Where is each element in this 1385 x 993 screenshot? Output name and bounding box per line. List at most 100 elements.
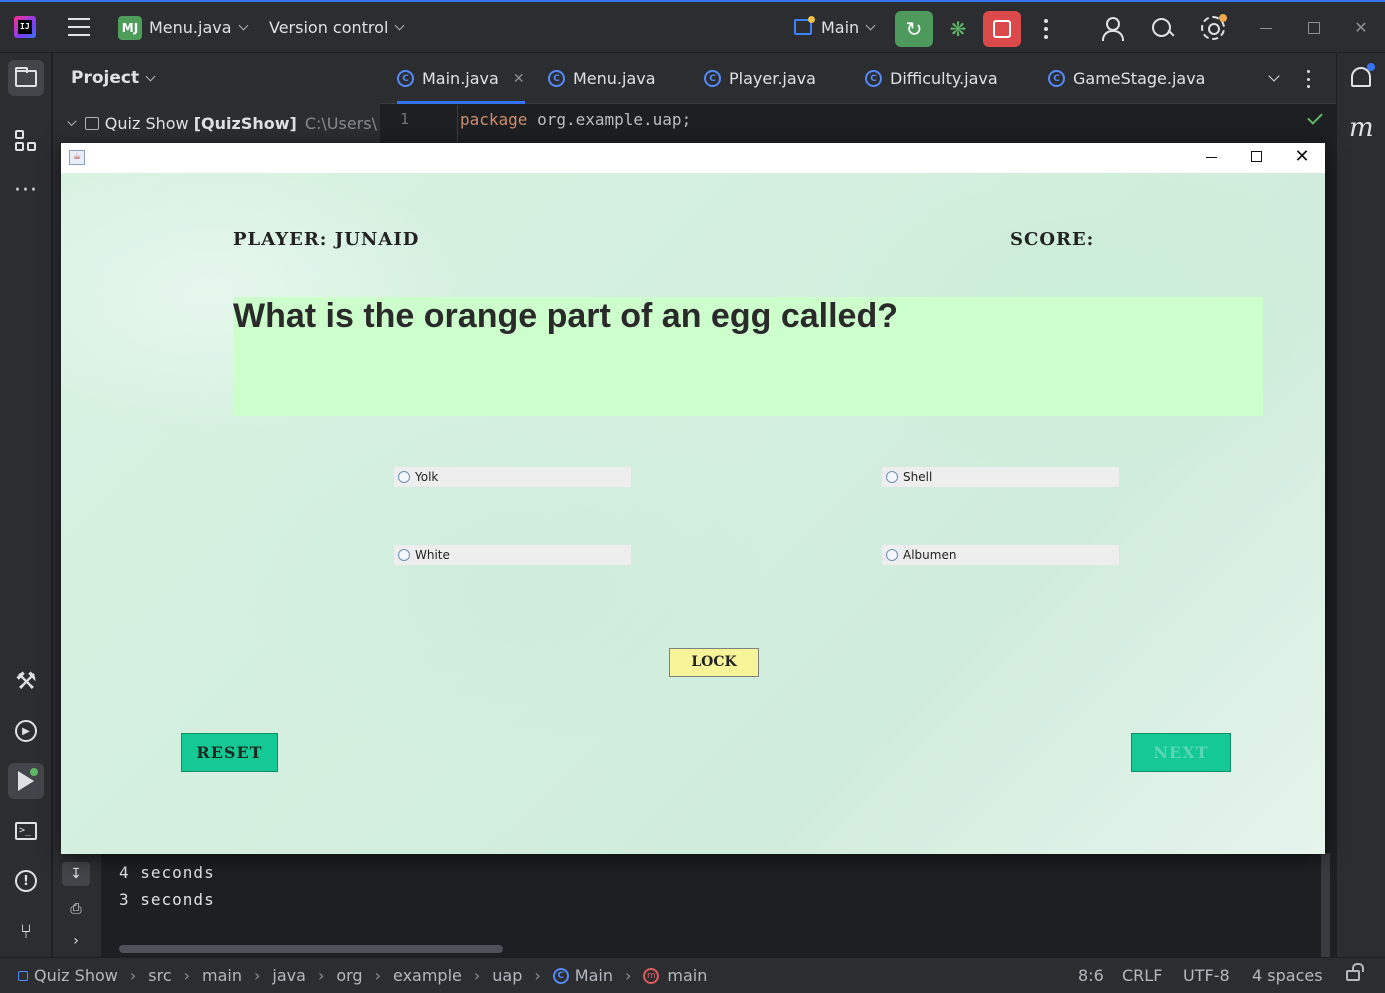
project-badge[interactable]: MJ: [118, 16, 142, 40]
breadcrumb-item[interactable]: uap: [492, 966, 522, 985]
gear-icon[interactable]: [1201, 14, 1227, 40]
quiz-app-window: ☕ ✕ PLAYER: JUNAID SCORE: What is the or…: [61, 143, 1325, 854]
tab-more-actions-icon[interactable]: [1307, 70, 1311, 88]
editor-tab-bar: C Main.java ✕ C Menu.java C Player.java …: [380, 53, 1336, 104]
code-keyword: package: [460, 110, 528, 129]
add-user-icon[interactable]: [1101, 16, 1127, 42]
run-panel: ↧ ⎙ › 4 seconds 3 seconds: [53, 853, 1336, 957]
caret-position[interactable]: 8:6: [1078, 966, 1104, 985]
print-button[interactable]: ⎙: [62, 897, 90, 921]
next-button[interactable]: NEXT: [1131, 733, 1231, 772]
breadcrumb-item[interactable]: example: [393, 966, 462, 985]
breadcrumb-label: Main: [574, 966, 613, 985]
breadcrumb-item[interactable]: org: [336, 966, 362, 985]
class-icon: C: [1048, 70, 1065, 87]
run-config-selector[interactable]: Main: [821, 18, 876, 37]
lock-icon[interactable]: [1346, 963, 1364, 981]
rerun-icon: ↻: [905, 17, 923, 41]
main-menu-icon[interactable]: [68, 18, 90, 36]
radio-button[interactable]: [886, 471, 898, 483]
java-icon: ☕: [69, 150, 85, 165]
tab-gamestage-java[interactable]: C GameStage.java: [1048, 53, 1205, 104]
option-white[interactable]: White: [394, 545, 631, 565]
indent-setting[interactable]: 4 spaces: [1252, 966, 1323, 985]
horizontal-scrollbar[interactable]: [119, 945, 503, 953]
chevron-right-icon: ›: [73, 933, 79, 949]
tab-difficulty-java[interactable]: C Difficulty.java: [865, 53, 998, 104]
run-tool-button[interactable]: [8, 763, 44, 799]
more-tools-button[interactable]: ···: [8, 173, 44, 209]
window-close-icon[interactable]: ✕: [1354, 18, 1368, 37]
right-tool-strip: m: [1336, 53, 1385, 957]
breadcrumb-item[interactable]: C Main: [552, 966, 613, 985]
line-separator[interactable]: CRLF: [1122, 966, 1162, 985]
build-tool-button[interactable]: ⚒: [8, 663, 44, 699]
notifications-bell-icon[interactable]: [1351, 63, 1375, 87]
vertical-scrollbar[interactable]: [1321, 853, 1330, 957]
breadcrumb-item[interactable]: src: [148, 966, 171, 985]
window-maximize-icon[interactable]: [1251, 151, 1262, 162]
project-file-label: Menu.java: [149, 18, 232, 37]
console-line: 3 seconds: [119, 890, 215, 909]
breadcrumb-item[interactable]: main: [202, 966, 242, 985]
radio-button[interactable]: [398, 549, 410, 561]
services-tool-button[interactable]: ▶: [8, 713, 44, 749]
reset-button[interactable]: RESET: [181, 733, 278, 772]
version-control-menu[interactable]: Version control: [269, 18, 405, 37]
option-label: Albumen: [903, 548, 957, 562]
project-tool-button[interactable]: [8, 60, 44, 96]
option-yolk[interactable]: Yolk: [394, 467, 631, 487]
git-branch-icon: ⑂: [20, 919, 32, 943]
tab-label: Player.java: [729, 69, 816, 88]
no-problems-check-icon[interactable]: [1307, 109, 1323, 125]
search-icon[interactable]: [1151, 17, 1175, 41]
project-panel-title-label: Project: [71, 68, 140, 88]
window-minimize-icon[interactable]: [1260, 28, 1272, 29]
close-icon[interactable]: ✕: [513, 71, 525, 87]
project-panel-title[interactable]: Project: [71, 68, 156, 88]
project-tree-root[interactable]: Quiz Show [QuizShow] C:\Users\: [65, 114, 377, 133]
tab-main-java[interactable]: C Main.java ✕: [397, 53, 525, 104]
class-icon: C: [865, 70, 882, 87]
lock-button[interactable]: LOCK: [669, 648, 759, 677]
scroll-to-end-button[interactable]: ↧: [62, 862, 90, 886]
rerun-button[interactable]: ↻: [895, 11, 933, 47]
tab-player-java[interactable]: C Player.java: [704, 53, 816, 104]
project-file-selector[interactable]: Menu.java: [149, 18, 248, 37]
chevron-right-icon: ›: [534, 966, 541, 985]
debug-button[interactable]: ❋: [945, 14, 971, 44]
window-minimize-icon[interactable]: [1206, 157, 1217, 158]
maven-icon[interactable]: m: [1349, 113, 1374, 143]
window-maximize-icon[interactable]: [1308, 22, 1320, 34]
option-albumen[interactable]: Albumen: [882, 545, 1119, 565]
chevron-right-icon: ›: [473, 966, 481, 985]
run-panel-toolbar: ↧ ⎙ ›: [53, 853, 101, 957]
problems-tool-button[interactable]: !: [8, 863, 44, 899]
breadcrumb-item[interactable]: java: [272, 966, 306, 985]
radio-button[interactable]: [886, 549, 898, 561]
file-encoding[interactable]: UTF-8: [1183, 966, 1230, 985]
code-line[interactable]: package org.example.uap;: [460, 110, 691, 129]
window-close-icon[interactable]: ✕: [1294, 145, 1310, 169]
chevron-down-icon: [865, 20, 876, 31]
expand-chevron-icon[interactable]: [67, 116, 77, 127]
more-actions-icon[interactable]: [1040, 17, 1052, 41]
radio-button[interactable]: [398, 471, 410, 483]
structure-icon: [15, 130, 37, 152]
tab-list-chevron-icon[interactable]: [1268, 70, 1280, 82]
breadcrumb-item[interactable]: Quiz Show: [18, 966, 118, 985]
terminal-tool-button[interactable]: >_: [8, 813, 44, 849]
tab-menu-java[interactable]: C Menu.java: [548, 53, 656, 104]
structure-tool-button[interactable]: [8, 123, 44, 159]
option-shell[interactable]: Shell: [882, 467, 1119, 487]
chevron-right-icon: ›: [374, 966, 381, 985]
option-label: Shell: [903, 470, 933, 484]
bug-icon: ❋: [949, 17, 967, 41]
status-bar: Quiz Show › src › main › java › org › ex…: [0, 957, 1385, 993]
terminal-icon: >_: [15, 822, 37, 840]
expand-button[interactable]: ›: [62, 929, 90, 953]
stop-button[interactable]: [983, 11, 1021, 47]
question-text: What is the orange part of an egg called…: [233, 297, 898, 335]
git-tool-button[interactable]: ⑂: [8, 913, 44, 949]
breadcrumb-item[interactable]: m main: [643, 966, 707, 985]
